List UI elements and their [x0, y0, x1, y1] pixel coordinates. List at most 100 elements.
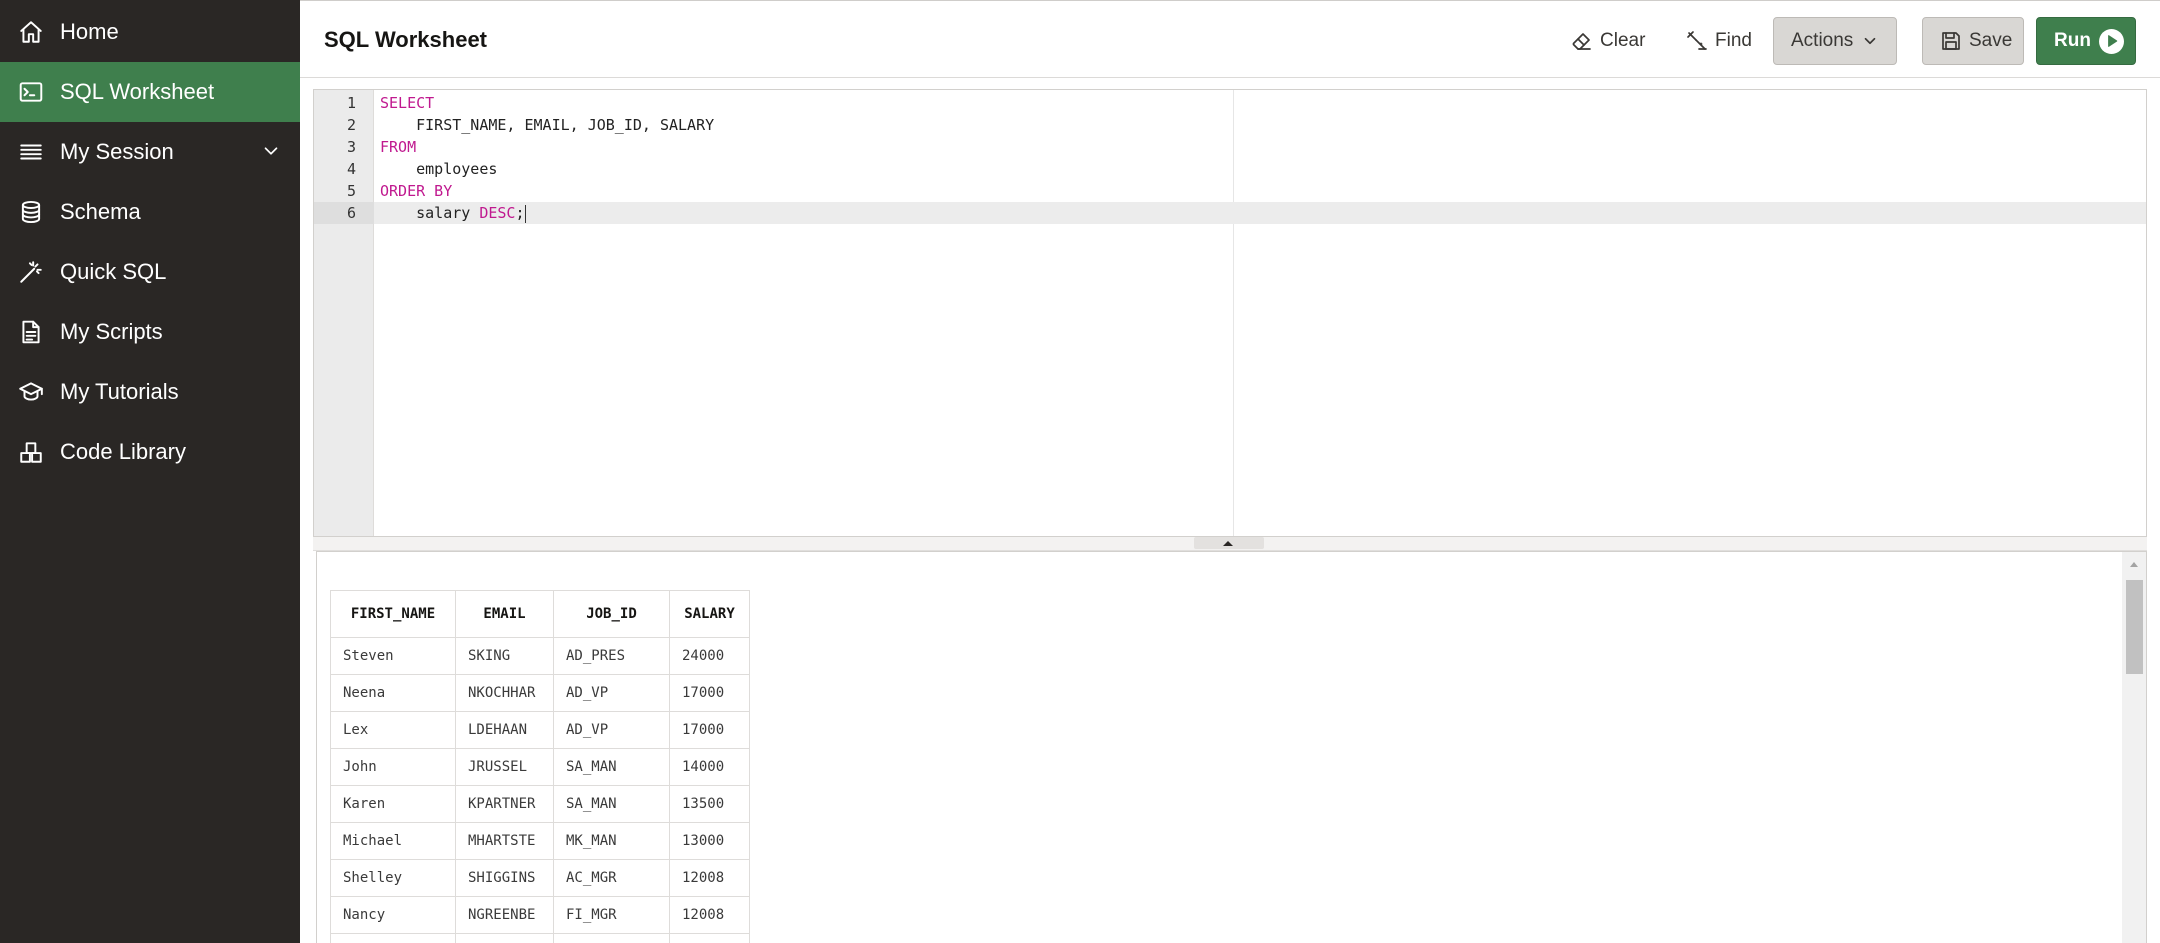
scroll-up-arrow-icon[interactable] [2129, 560, 2139, 568]
sidebar-item-my-scripts[interactable]: My Scripts [0, 302, 300, 362]
sidebar-item-label: Home [60, 19, 119, 44]
table-cell: 14000 [669, 748, 750, 786]
table-cell: SA_MAN [553, 748, 670, 786]
database-icon [16, 197, 46, 227]
code-area[interactable]: SELECT FIRST_NAME, EMAIL, JOB_ID, SALARY… [374, 90, 2146, 536]
sidebar-item-schema[interactable]: Schema [0, 182, 300, 242]
sidebar-item-my-tutorials[interactable]: My Tutorials [0, 362, 300, 422]
results-scrollbar[interactable] [2122, 552, 2146, 943]
document-icon [16, 317, 46, 347]
sidebar-item-label: Schema [60, 199, 141, 224]
chevron-up-icon [1223, 541, 1233, 546]
table-cell: Lex [330, 711, 456, 749]
find-icon [1687, 31, 1707, 50]
sidebar-item-my-session[interactable]: My Session [0, 122, 300, 182]
line-number-current: 6 [314, 202, 374, 224]
table-cell: Karen [330, 785, 456, 823]
table-cell: AD_VP [553, 711, 670, 749]
table-cell: FI_MGR [553, 896, 670, 934]
column-header[interactable]: JOB_ID [553, 590, 670, 638]
worksheet-toolbar: SQL Worksheet Clear Find Actions Save Ru… [300, 0, 2160, 78]
table-cell: 17000 [669, 674, 750, 712]
save-button[interactable]: Save [1922, 17, 2024, 65]
collapse-handle[interactable] [1194, 537, 1264, 549]
find-label: Find [1715, 30, 1752, 51]
table-cell: 13000 [669, 822, 750, 860]
line-number: 5 [346, 182, 356, 200]
table-cell: John [330, 748, 456, 786]
table-cell [553, 933, 670, 943]
clear-label: Clear [1600, 30, 1646, 51]
list-icon [16, 137, 46, 167]
sidebar-item-label: Quick SQL [60, 259, 167, 284]
table-row[interactable] [330, 933, 750, 943]
find-button[interactable]: Find [1685, 17, 1752, 65]
table-row[interactable]: Karen KPARTNER SA_MAN 13500 [330, 785, 750, 823]
actions-dropdown-button[interactable]: Actions [1773, 17, 1897, 65]
line-number: 2 [346, 116, 356, 134]
terminal-icon [16, 77, 46, 107]
table-cell: NKOCHHAR [455, 674, 554, 712]
actions-label: Actions [1791, 30, 1854, 51]
sidebar-item-label: My Scripts [60, 319, 163, 344]
table-cell: 24000 [669, 637, 750, 675]
table-row[interactable]: Lex LDEHAAN AD_VP 17000 [330, 711, 750, 749]
table-cell: Steven [330, 637, 456, 675]
code-line: FROM [380, 138, 417, 156]
table-cell: 17000 [669, 711, 750, 749]
column-header[interactable]: SALARY [669, 590, 750, 638]
sidebar-item-quick-sql[interactable]: Quick SQL [0, 242, 300, 302]
run-label: Run [2054, 30, 2091, 51]
column-header[interactable]: EMAIL [455, 590, 554, 638]
code-line: employees [380, 160, 498, 178]
code-line: FIRST_NAME, EMAIL, JOB_ID, SALARY [380, 116, 715, 134]
table-cell: AD_VP [553, 674, 670, 712]
scrollbar-thumb[interactable] [2126, 580, 2143, 674]
table-cell: LDEHAAN [455, 711, 554, 749]
table-row[interactable]: Neena NKOCHHAR AD_VP 17000 [330, 674, 750, 712]
query-results-panel: FIRST_NAME EMAIL JOB_ID SALARY Steven SKI… [316, 551, 2147, 943]
table-cell: AC_MGR [553, 859, 670, 897]
table-cell: NGREENBE [455, 896, 554, 934]
table-cell: 12008 [669, 896, 750, 934]
chevron-down-icon[interactable] [260, 140, 284, 164]
line-number: 3 [346, 138, 356, 156]
clear-button[interactable]: Clear [1570, 17, 1645, 65]
table-row[interactable]: Michael MHARTSTE MK_MAN 13000 [330, 822, 750, 860]
save-icon [1942, 32, 1960, 50]
table-cell: MK_MAN [553, 822, 670, 860]
table-cell: SHIGGINS [455, 859, 554, 897]
table-row[interactable]: Nancy NGREENBE FI_MGR 12008 [330, 896, 750, 934]
graduation-cap-icon [16, 377, 46, 407]
sidebar: Home SQL Worksheet My Session Schema Qui… [0, 0, 300, 943]
sidebar-item-label: SQL Worksheet [60, 79, 215, 104]
sidebar-item-label: My Session [60, 139, 174, 164]
table-cell [455, 933, 554, 943]
table-cell: 12008 [669, 859, 750, 897]
home-icon [16, 17, 46, 47]
table-cell: JRUSSEL [455, 748, 554, 786]
line-number-gutter: 1 2 3 4 5 6 [314, 90, 374, 536]
column-header[interactable]: FIRST_NAME [330, 590, 456, 638]
table-cell: Neena [330, 674, 456, 712]
save-label: Save [1969, 30, 2013, 51]
sql-editor[interactable]: 1 2 3 4 5 6 SELECT FIRST_NAME, EMAIL, JO… [313, 89, 2147, 537]
table-cell: Shelley [330, 859, 456, 897]
table-row[interactable]: Steven SKING AD_PRES 24000 [330, 637, 750, 675]
table-cell [330, 933, 456, 943]
table-cell: SA_MAN [553, 785, 670, 823]
sidebar-item-sql-worksheet[interactable]: SQL Worksheet [0, 62, 300, 122]
table-row[interactable]: Shelley SHIGGINS AC_MGR 12008 [330, 859, 750, 897]
sidebar-item-label: Code Library [60, 439, 186, 464]
editor-results-splitter[interactable] [313, 537, 2147, 551]
sidebar-item-home[interactable]: Home [0, 2, 300, 62]
table-cell [669, 933, 750, 943]
table-row[interactable]: John JRUSSEL SA_MAN 14000 [330, 748, 750, 786]
table-cell: Nancy [330, 896, 456, 934]
results-table: FIRST_NAME EMAIL JOB_ID SALARY Steven SKI… [330, 590, 750, 943]
page-title: SQL Worksheet [324, 27, 488, 52]
run-button[interactable]: Run [2036, 17, 2136, 65]
sidebar-item-code-library[interactable]: Code Library [0, 422, 300, 482]
table-cell: AD_PRES [553, 637, 670, 675]
blocks-icon [16, 437, 46, 467]
